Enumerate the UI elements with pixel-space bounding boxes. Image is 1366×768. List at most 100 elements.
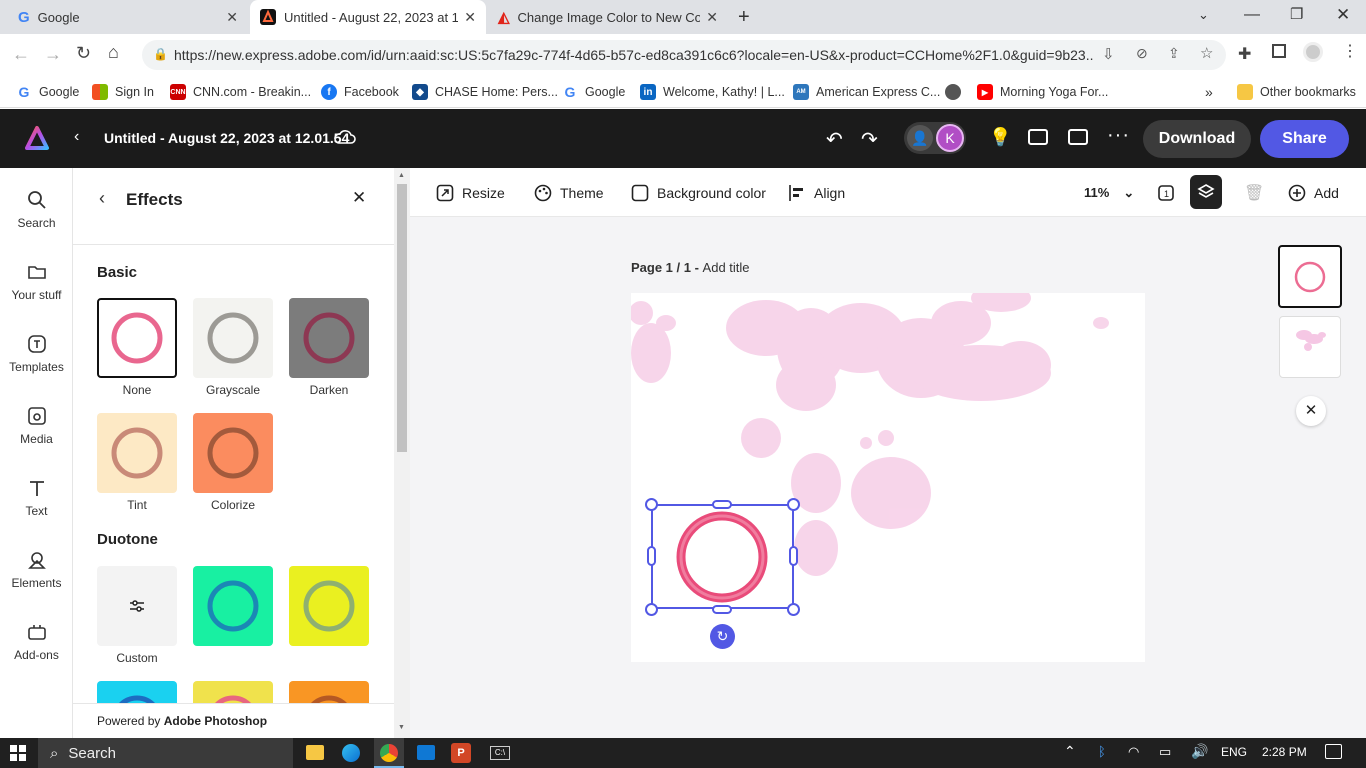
volume-icon[interactable]: 🔊 <box>1191 743 1208 760</box>
avatar[interactable]: K <box>936 124 964 152</box>
bookmark-linkedin[interactable]: in Welcome, Kathy! | L... <box>640 82 785 102</box>
zoom-select[interactable]: 11% ⌄ <box>1084 168 1134 217</box>
doc-title[interactable]: Untitled - August 22, 2023 at 12.01.54 <box>104 130 349 146</box>
effect-tint[interactable] <box>97 413 177 493</box>
tab-search-chevron-icon[interactable]: ⌄ <box>1198 7 1209 23</box>
comment-icon[interactable] <box>1028 129 1048 145</box>
window-close-icon[interactable]: ✕ <box>1336 5 1350 25</box>
theme-button[interactable]: Theme <box>534 168 604 217</box>
tab-close-icon[interactable]: ✕ <box>226 9 238 26</box>
notifications-icon[interactable] <box>1325 744 1342 759</box>
close-thumbnails-icon[interactable]: ✕ <box>1296 396 1326 426</box>
eye-off-icon[interactable]: ⊘ <box>1136 45 1148 62</box>
other-bookmarks[interactable]: Other bookmarks <box>1237 82 1356 102</box>
resize-handle-top[interactable] <box>712 500 732 509</box>
forward-icon[interactable]: → <box>44 44 62 65</box>
more-bookmarks-icon[interactable]: » <box>1205 82 1213 102</box>
page-thumbnail-1[interactable] <box>1278 245 1342 308</box>
site-info-icon[interactable]: 🔒 <box>153 47 168 61</box>
nav-your-stuff[interactable]: Your stuff <box>0 262 73 322</box>
tab-close-icon[interactable]: ✕ <box>464 9 476 26</box>
rotate-handle-icon[interactable]: ↻ <box>710 624 735 649</box>
present-icon[interactable] <box>1068 129 1088 145</box>
url-bar[interactable]: 🔒 https://new.express.adobe.com/id/urn:a… <box>142 40 1226 70</box>
lightbulb-icon[interactable]: 💡 <box>989 127 1011 148</box>
resize-handle-left[interactable] <box>647 546 656 566</box>
panel-scrollbar[interactable]: ▲ ▼ <box>394 168 410 738</box>
resize-handle-top-left[interactable] <box>645 498 658 511</box>
add-title-link[interactable]: Add title <box>703 260 750 275</box>
bluetooth-icon[interactable]: ᛒ <box>1098 744 1106 759</box>
resize-button[interactable]: Resize <box>436 168 505 217</box>
nav-templates[interactable]: Templates <box>0 334 73 394</box>
effect-none[interactable] <box>97 298 177 378</box>
invite-icon[interactable]: 👤 <box>907 125 933 151</box>
home-icon[interactable]: ⌂ <box>108 42 119 63</box>
effect-custom[interactable] <box>97 566 177 646</box>
side-panel-icon[interactable] <box>1272 44 1286 58</box>
new-tab-icon[interactable]: + <box>738 6 750 29</box>
panel-close-icon[interactable]: ✕ <box>352 188 366 208</box>
download-button[interactable]: Download <box>1143 120 1251 158</box>
background-color-button[interactable]: Background color <box>631 168 766 217</box>
scroll-down-icon[interactable]: ▼ <box>398 724 405 731</box>
restore-icon[interactable]: ❐ <box>1290 5 1303 23</box>
powerpoint-icon[interactable]: P <box>451 743 471 763</box>
minimize-icon[interactable]: — <box>1244 6 1260 24</box>
page-thumbnail-2[interactable] <box>1279 316 1341 378</box>
nav-add-ons[interactable]: Add-ons <box>0 622 73 682</box>
align-button[interactable]: Align <box>788 168 845 217</box>
share-icon[interactable]: ⇪ <box>1168 45 1180 62</box>
file-explorer-icon[interactable] <box>306 745 324 760</box>
effect-colorize[interactable] <box>193 413 273 493</box>
bookmark-chase[interactable]: ◆ CHASE Home: Pers... <box>412 82 558 102</box>
effect-grayscale[interactable] <box>193 298 273 378</box>
edge-icon[interactable] <box>342 744 360 762</box>
adobe-express-logo-icon[interactable] <box>24 125 50 151</box>
bookmark-facebook[interactable]: f Facebook <box>321 82 399 102</box>
nav-elements[interactable]: Elements <box>0 550 73 610</box>
extensions-icon[interactable]: ✚ <box>1238 44 1251 64</box>
bookmark-globe[interactable] <box>945 82 968 102</box>
scroll-up-icon[interactable]: ▲ <box>398 172 405 179</box>
effect-duotone-orange[interactable] <box>289 681 369 703</box>
windows-start-icon[interactable] <box>10 745 26 761</box>
share-button[interactable]: Share <box>1260 120 1349 158</box>
effect-duotone-pink[interactable] <box>193 681 273 703</box>
redo-icon[interactable]: ↷ <box>861 127 878 152</box>
bookmark-google-2[interactable]: G Google <box>562 82 626 102</box>
bookmark-youtube[interactable]: ▶ Morning Yoga For... <box>977 82 1108 102</box>
browser-tab-express[interactable]: Untitled - August 22, 2023 at 12.0 ✕ <box>250 0 486 34</box>
resize-handle-bottom-left[interactable] <box>645 603 658 616</box>
effect-darken[interactable] <box>289 298 369 378</box>
tray-chevron-icon[interactable]: ⌃ <box>1064 743 1076 760</box>
nav-search[interactable]: Search <box>0 190 73 250</box>
language-indicator[interactable]: ENG <box>1221 745 1247 759</box>
panel-back-icon[interactable]: ‹ <box>99 188 105 209</box>
layers-button[interactable] <box>1190 175 1222 209</box>
bookmark-amex[interactable]: AM American Express C... <box>793 82 940 102</box>
battery-icon[interactable]: ▭ <box>1159 744 1171 760</box>
browser-tab-google[interactable]: G Google ✕ <box>8 0 248 34</box>
install-icon[interactable]: ⇩ <box>1102 45 1115 63</box>
browser-tab-change-color[interactable]: ◭ Change Image Color to New Colo ✕ <box>488 0 728 34</box>
tab-close-icon[interactable]: ✕ <box>706 9 718 26</box>
resize-handle-bottom[interactable] <box>712 605 732 614</box>
more-icon[interactable]: ··· <box>1107 124 1130 147</box>
effect-duotone-cyan[interactable] <box>97 681 177 703</box>
resize-handle-bottom-right[interactable] <box>787 603 800 616</box>
wifi-icon[interactable]: ◠ <box>1128 744 1139 760</box>
terminal-icon[interactable]: C:\ <box>490 746 510 760</box>
nav-text[interactable]: Text <box>0 478 73 538</box>
trash-icon[interactable]: 🗑 <box>1244 168 1264 217</box>
effect-duotone-yellow[interactable] <box>289 566 369 646</box>
resize-handle-right[interactable] <box>789 546 798 566</box>
profile-avatar[interactable] <box>1303 42 1323 62</box>
bookmark-google[interactable]: G Google <box>16 82 80 102</box>
back-chevron-icon[interactable]: ‹ <box>74 128 79 146</box>
browser-menu-icon[interactable]: ⋮ <box>1342 41 1358 61</box>
pink-ring-element[interactable] <box>674 510 770 605</box>
bookmark-sign-in[interactable]: Sign In <box>92 82 154 102</box>
mail-icon[interactable] <box>417 745 435 760</box>
resize-handle-top-right[interactable] <box>787 498 800 511</box>
